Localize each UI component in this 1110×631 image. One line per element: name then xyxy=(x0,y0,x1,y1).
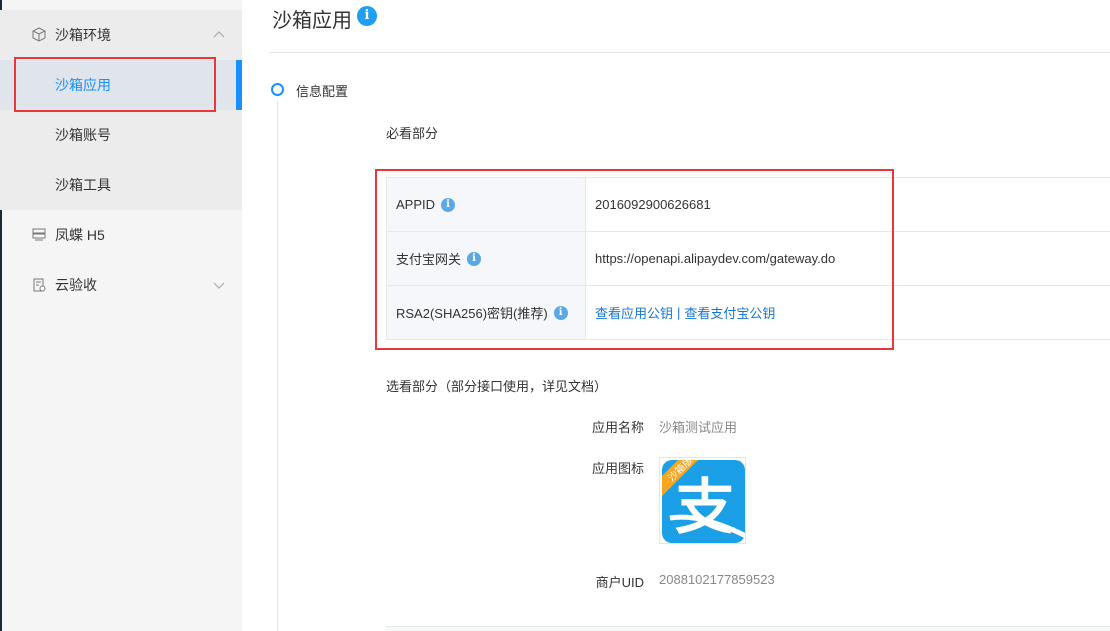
alipay-logo-icon: 支 沙箱版 xyxy=(662,458,745,543)
merchant-uid-label: 商户UID xyxy=(595,575,644,590)
sidebar: 沙箱环境 沙箱应用 沙箱账号 沙箱工具 凤蝶 H5 云验收 xyxy=(0,0,242,631)
highlight-box xyxy=(375,169,894,350)
next-table-edge xyxy=(386,626,1110,631)
cube-icon xyxy=(32,27,46,42)
chevron-down-icon[interactable] xyxy=(212,278,226,292)
app-name-label: 应用名称 xyxy=(591,420,644,435)
sidebar-group-sandbox-env[interactable]: 沙箱环境 xyxy=(0,10,242,60)
sidebar-item-label: 沙箱工具 xyxy=(55,177,111,193)
active-indicator xyxy=(236,60,242,110)
page-title: 沙箱应用 xyxy=(272,10,352,32)
sidebar-item-fengdie[interactable]: 凤蝶 H5 xyxy=(0,210,242,260)
header-divider xyxy=(270,52,1110,53)
app-icon-label: 应用图标 xyxy=(591,461,644,476)
sidebar-item-sandbox-account[interactable]: 沙箱账号 xyxy=(0,110,242,160)
highlight-box xyxy=(14,57,216,112)
merchant-uid-value: 2088102177859523 xyxy=(659,572,775,587)
sidebar-item-label: 凤蝶 H5 xyxy=(55,227,105,243)
sidebar-item-yunyanshou[interactable]: 云验收 xyxy=(0,260,242,310)
timeline-dot xyxy=(271,83,284,96)
info-icon[interactable]: i xyxy=(357,6,377,26)
sidebar-item-label: 云验收 xyxy=(55,277,97,293)
clipboard-check-icon xyxy=(33,278,46,292)
sidebar-group-label: 沙箱环境 xyxy=(55,27,111,43)
server-icon xyxy=(32,228,46,241)
required-section-title: 必看部分 xyxy=(386,126,439,141)
chevron-up-icon[interactable] xyxy=(212,28,226,42)
app-icon: 支 沙箱版 xyxy=(659,457,746,544)
timeline-step-label: 信息配置 xyxy=(296,84,349,99)
optional-section-title: 选看部分（部分接口使用，详见文档） xyxy=(386,379,608,394)
timeline-line xyxy=(277,101,278,631)
sidebar-item-sandbox-tools[interactable]: 沙箱工具 xyxy=(0,160,242,210)
app-name-value: 沙箱测试应用 xyxy=(659,420,738,435)
alipay-glyph: 支 xyxy=(675,473,735,543)
sidebar-item-label: 沙箱账号 xyxy=(55,127,111,143)
